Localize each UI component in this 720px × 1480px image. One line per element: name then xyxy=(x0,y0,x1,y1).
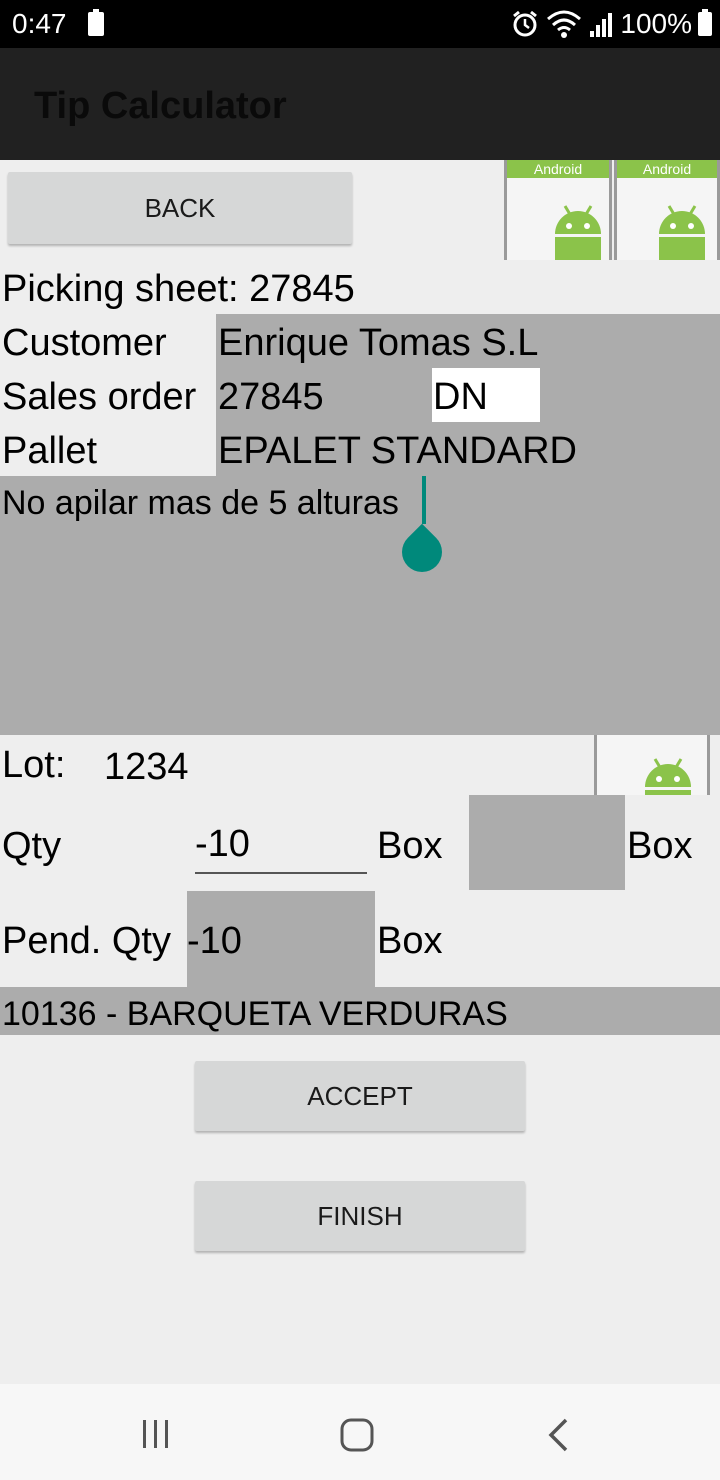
signal-icon xyxy=(590,13,613,37)
qty-input[interactable]: -10 xyxy=(195,819,250,869)
alarm-icon xyxy=(513,10,538,37)
android-icon xyxy=(659,205,705,260)
text-cursor xyxy=(422,476,426,524)
android-image-1[interactable]: Android xyxy=(504,160,612,260)
android-icon xyxy=(645,758,691,795)
wifi-icon xyxy=(547,10,582,38)
customer-label: Customer xyxy=(2,322,167,364)
qty-label: Qty xyxy=(2,825,62,867)
qty-secondary-field[interactable] xyxy=(469,795,625,890)
pend-qty-unit: Box xyxy=(377,920,443,962)
lot-label: Lot: xyxy=(2,744,66,786)
navigation-bar xyxy=(0,1384,720,1480)
status-bar: 0:47 100% xyxy=(0,0,720,48)
customer-value: Enrique Tomas S.L xyxy=(218,322,539,364)
pallet-label: Pallet xyxy=(2,430,98,472)
app-title: Tip Calculator xyxy=(34,85,287,127)
pend-qty-value: -10 xyxy=(187,920,242,962)
qty-input-underline xyxy=(195,872,367,874)
picking-sheet-label: Picking sheet: 27845 xyxy=(2,268,355,310)
qty-unit-1: Box xyxy=(377,825,443,867)
lot-value: 1234 xyxy=(104,746,189,788)
qty-unit-2: Box xyxy=(627,825,693,867)
android-banner: Android xyxy=(617,160,717,178)
status-indicators: 100% xyxy=(510,6,712,42)
pend-qty-label: Pend. Qty xyxy=(2,920,171,962)
notes-text: No apilar mas de 5 alturas xyxy=(2,484,399,522)
back-button[interactable]: BACK xyxy=(8,172,352,244)
status-time: 0:47 xyxy=(12,8,67,39)
battery-icon xyxy=(698,9,712,36)
finish-button[interactable]: FINISH xyxy=(195,1181,525,1251)
sales-order-value: 27845 xyxy=(218,376,324,418)
recents-icon[interactable] xyxy=(140,1418,172,1450)
android-icon xyxy=(555,205,601,260)
product-text: 10136 - BARQUETA VERDURAS xyxy=(2,995,508,1033)
home-icon[interactable] xyxy=(340,1418,374,1452)
android-image-3[interactable] xyxy=(594,735,710,795)
battery-icon xyxy=(88,9,104,36)
back-icon[interactable] xyxy=(546,1418,570,1452)
sales-order-label: Sales order xyxy=(2,376,197,418)
dn-value: DN xyxy=(433,376,488,418)
pallet-value: EPALET STANDARD xyxy=(218,430,577,472)
accept-button[interactable]: ACCEPT xyxy=(195,1061,525,1131)
battery-percent: 100% xyxy=(620,8,692,39)
android-banner: Android xyxy=(507,160,609,178)
android-image-2[interactable]: Android xyxy=(614,160,720,260)
